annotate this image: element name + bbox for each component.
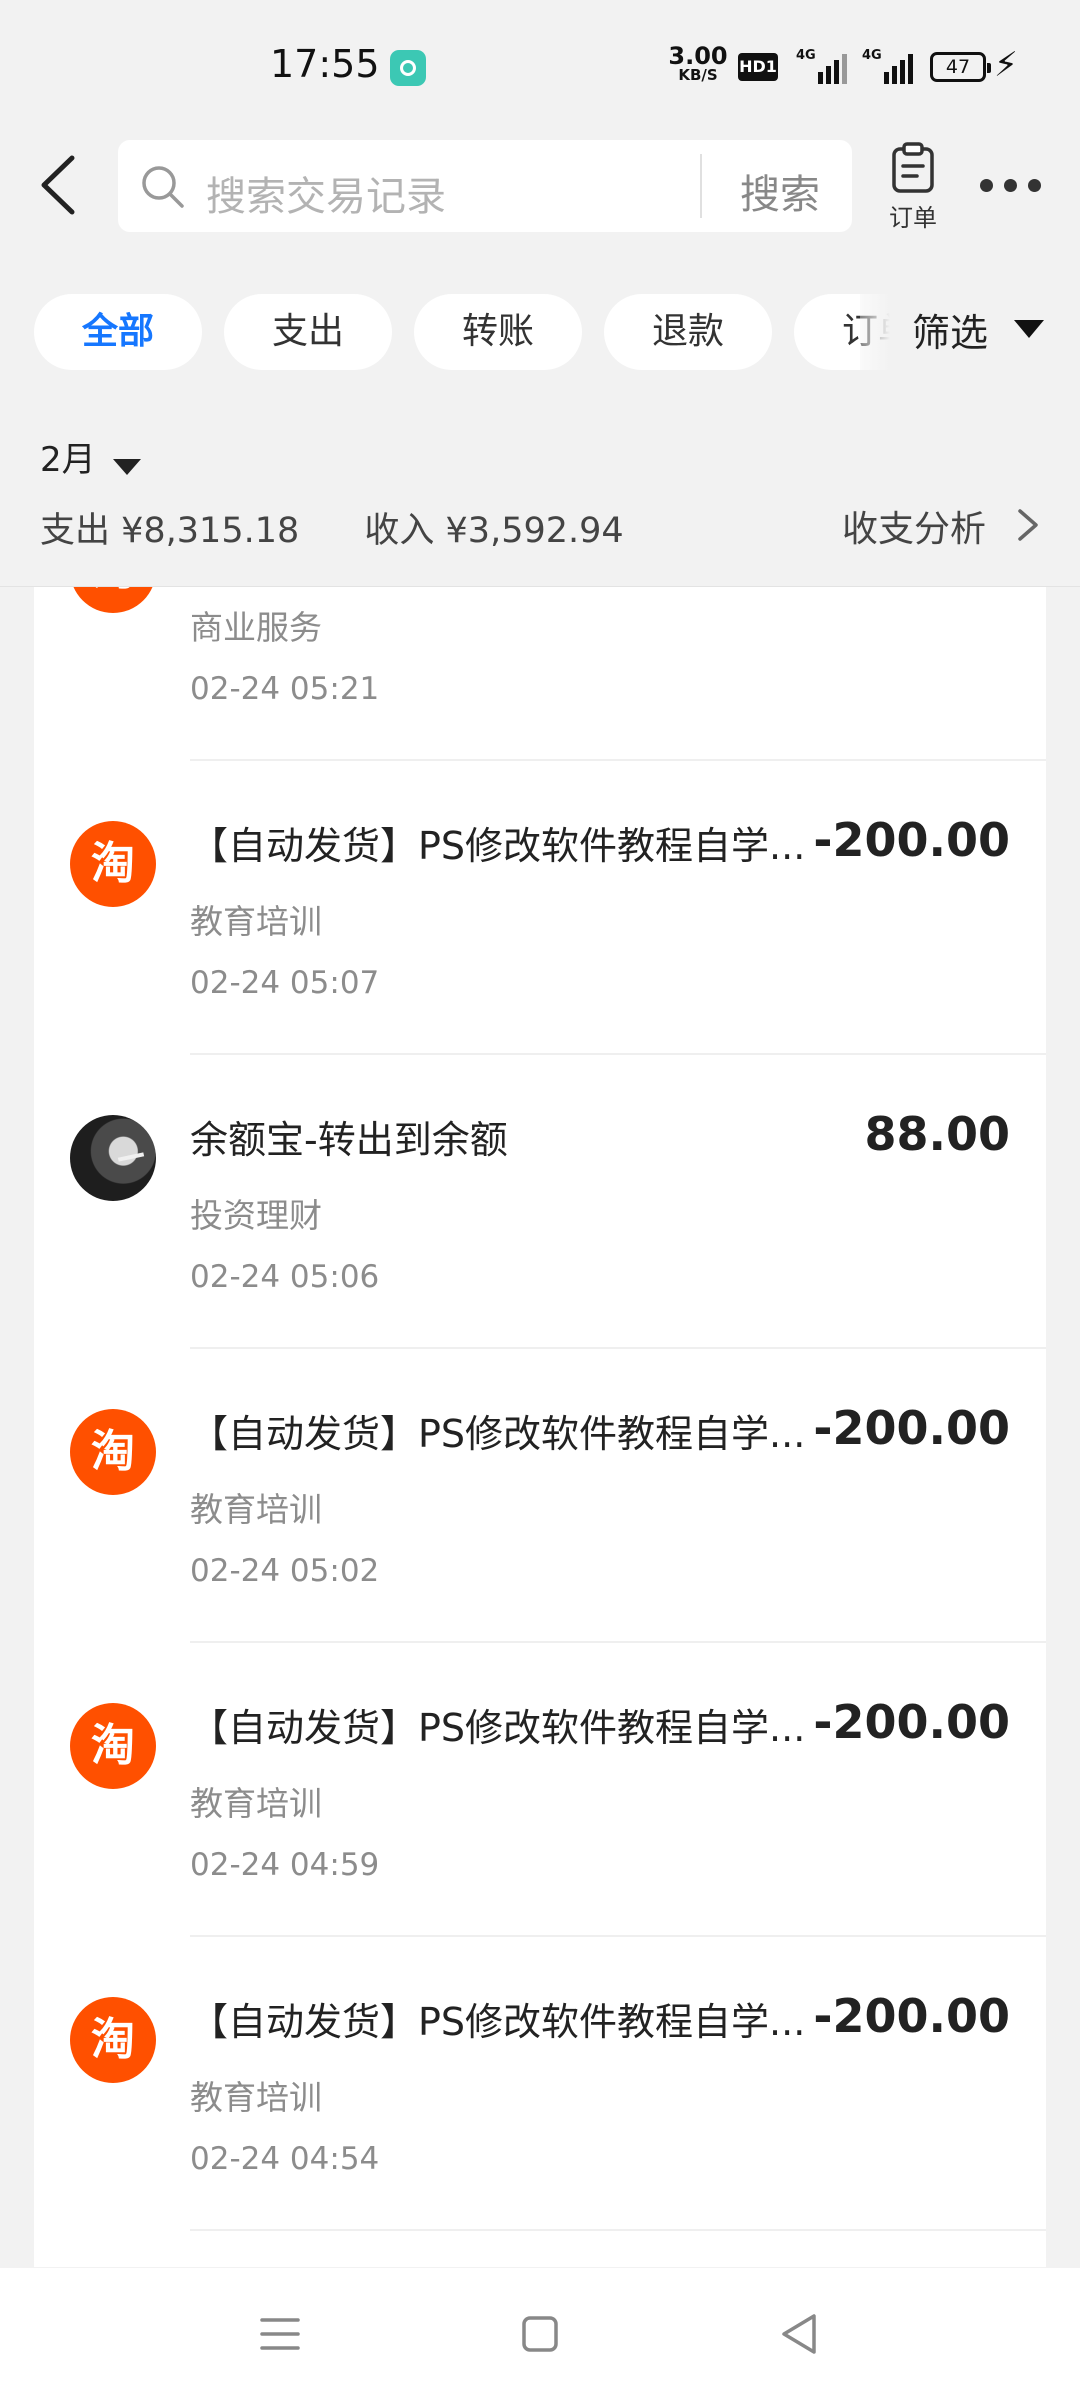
- transaction-row[interactable]: 淘【自动发货】PS修改软件教程自学... -200.00 教育培训 02-24 05:…: [34, 761, 1046, 1055]
- header: 搜索交易记录 搜索 订单: [0, 130, 1080, 250]
- transaction-category: 教育培训: [190, 1784, 322, 1823]
- status-bar: 17:55 3.00 KB/S HD1 4G 4G 47 ⚡: [0, 0, 1080, 130]
- transaction-title: 【自动发货】PS修改软件教程自学...: [190, 1706, 806, 1750]
- transaction-time: 02-24 05:06: [190, 1259, 380, 1295]
- transaction-title: 【自动发货】PS修改软件教程自学...: [190, 2000, 806, 2044]
- filter-button[interactable]: 筛选: [912, 302, 988, 357]
- transaction-row[interactable]: 淘【自动发货】PS修改软件教程自学... -200.00 教育培训 02-24 05:…: [34, 1349, 1046, 1643]
- signal-2-label: 4G: [862, 48, 882, 63]
- signal-icon-2: 4G: [862, 48, 913, 84]
- home-square-icon[interactable]: [510, 2304, 570, 2364]
- network-speed-unit: KB/S: [678, 66, 718, 84]
- month-selector[interactable]: 2月: [40, 432, 141, 484]
- month-label: 2月: [40, 440, 96, 480]
- network-speed: 3.00 KB/S: [668, 44, 728, 83]
- transaction-amount: -200.00: [813, 1401, 1010, 1455]
- clipboard-icon: [892, 142, 934, 193]
- hd-voice-icon: HD1: [738, 53, 778, 81]
- triangle-down-icon: [112, 458, 141, 475]
- taobao-logo-icon: 淘: [70, 821, 156, 907]
- transaction-title: 【自动发货】PS修改软件教程自学...: [190, 824, 806, 868]
- transaction-category: 教育培训: [190, 902, 322, 941]
- analysis-link[interactable]: 收支分析: [842, 500, 986, 552]
- network-speed-value: 3.00: [668, 42, 728, 70]
- month-summary: 支出 ¥8,315.18 收入 ¥3,592.94: [40, 502, 678, 553]
- more-dots-icon[interactable]: [978, 170, 1044, 200]
- income-total: 收入 ¥3,592.94: [364, 511, 624, 551]
- transaction-time: 02-24 04:54: [190, 2141, 380, 2177]
- transaction-category: 教育培训: [190, 2078, 322, 2117]
- search-icon: [142, 166, 184, 208]
- chip-all[interactable]: 全部: [34, 294, 202, 370]
- filter-chips: 全部 支出 转账 退款 订单 筛选: [0, 290, 1080, 372]
- battery-icon: 47: [930, 52, 991, 82]
- chip-refund[interactable]: 退款: [604, 294, 772, 370]
- chip-transfer[interactable]: 转账: [414, 294, 582, 370]
- triangle-down-icon: [1014, 320, 1044, 338]
- transaction-row[interactable]: 余额宝-转出到余额 88.00 投资理财 02-24 05:06: [34, 1055, 1046, 1349]
- order-label: 订单: [889, 204, 937, 232]
- chip-expense[interactable]: 支出: [224, 294, 392, 370]
- transaction-time: 02-24 05:07: [190, 965, 380, 1001]
- search-button[interactable]: 搜索: [720, 162, 840, 220]
- transaction-row[interactable]: 淘商业服务 02-24 05:21: [34, 587, 1046, 761]
- transaction-list-inner: 淘商业服务02-24 05:21淘【自动发货】PS修改软件教程自学...-200…: [34, 587, 1046, 2231]
- transaction-category: 教育培训: [190, 1490, 322, 1529]
- user-avatar: [70, 1115, 156, 1201]
- transaction-category: 商业服务: [190, 608, 322, 647]
- search-box[interactable]: 搜索交易记录 搜索: [118, 140, 852, 232]
- transaction-amount: 88.00: [864, 1107, 1010, 1161]
- transaction-row[interactable]: 淘【自动发货】PS修改软件教程自学... -200.00 教育培训 02-24 04:…: [34, 1937, 1046, 2231]
- back-button[interactable]: [30, 150, 90, 220]
- status-time: 17:55: [270, 42, 380, 86]
- signal-1-label: 4G: [796, 48, 816, 63]
- transaction-amount: -200.00: [813, 1695, 1010, 1749]
- back-triangle-icon[interactable]: [770, 2304, 830, 2364]
- taobao-logo-icon: 淘: [70, 1409, 156, 1495]
- transaction-title: 【自动发货】PS修改软件教程自学...: [190, 1412, 806, 1456]
- transaction-row[interactable]: 淘【自动发货】PS修改软件教程自学... -200.00 教育培训 02-24 04:…: [34, 1643, 1046, 1937]
- app-notification-icon: [390, 50, 426, 86]
- row-divider: [190, 2229, 1046, 2231]
- system-nav-bar: [0, 2268, 1080, 2400]
- transaction-amount: -200.00: [813, 813, 1010, 867]
- transaction-list[interactable]: 淘商业服务02-24 05:21淘【自动发货】PS修改软件教程自学...-200…: [34, 587, 1046, 2267]
- search-divider: [700, 154, 702, 218]
- transaction-time: 02-24 05:02: [190, 1553, 380, 1589]
- taobao-logo-icon: 淘: [70, 1703, 156, 1789]
- chevron-left-icon: [41, 155, 75, 215]
- order-button[interactable]: 订单: [880, 142, 946, 238]
- transaction-title: 余额宝-转出到余额: [190, 1118, 508, 1162]
- chevron-right-icon: [1018, 509, 1038, 541]
- signal-icon-1: 4G: [796, 48, 847, 84]
- expense-total: 支出 ¥8,315.18: [40, 511, 300, 551]
- menu-icon[interactable]: [250, 2304, 310, 2364]
- taobao-logo-icon: 淘: [70, 587, 156, 613]
- charging-icon: ⚡: [994, 45, 1018, 85]
- transaction-time: 02-24 04:59: [190, 1847, 380, 1883]
- transaction-time: 02-24 05:21: [190, 671, 380, 707]
- taobao-logo-icon: 淘: [70, 1997, 156, 2083]
- transaction-amount: -200.00: [813, 1989, 1010, 2043]
- transaction-category: 投资理财: [190, 1196, 322, 1235]
- search-input[interactable]: 搜索交易记录: [206, 164, 446, 222]
